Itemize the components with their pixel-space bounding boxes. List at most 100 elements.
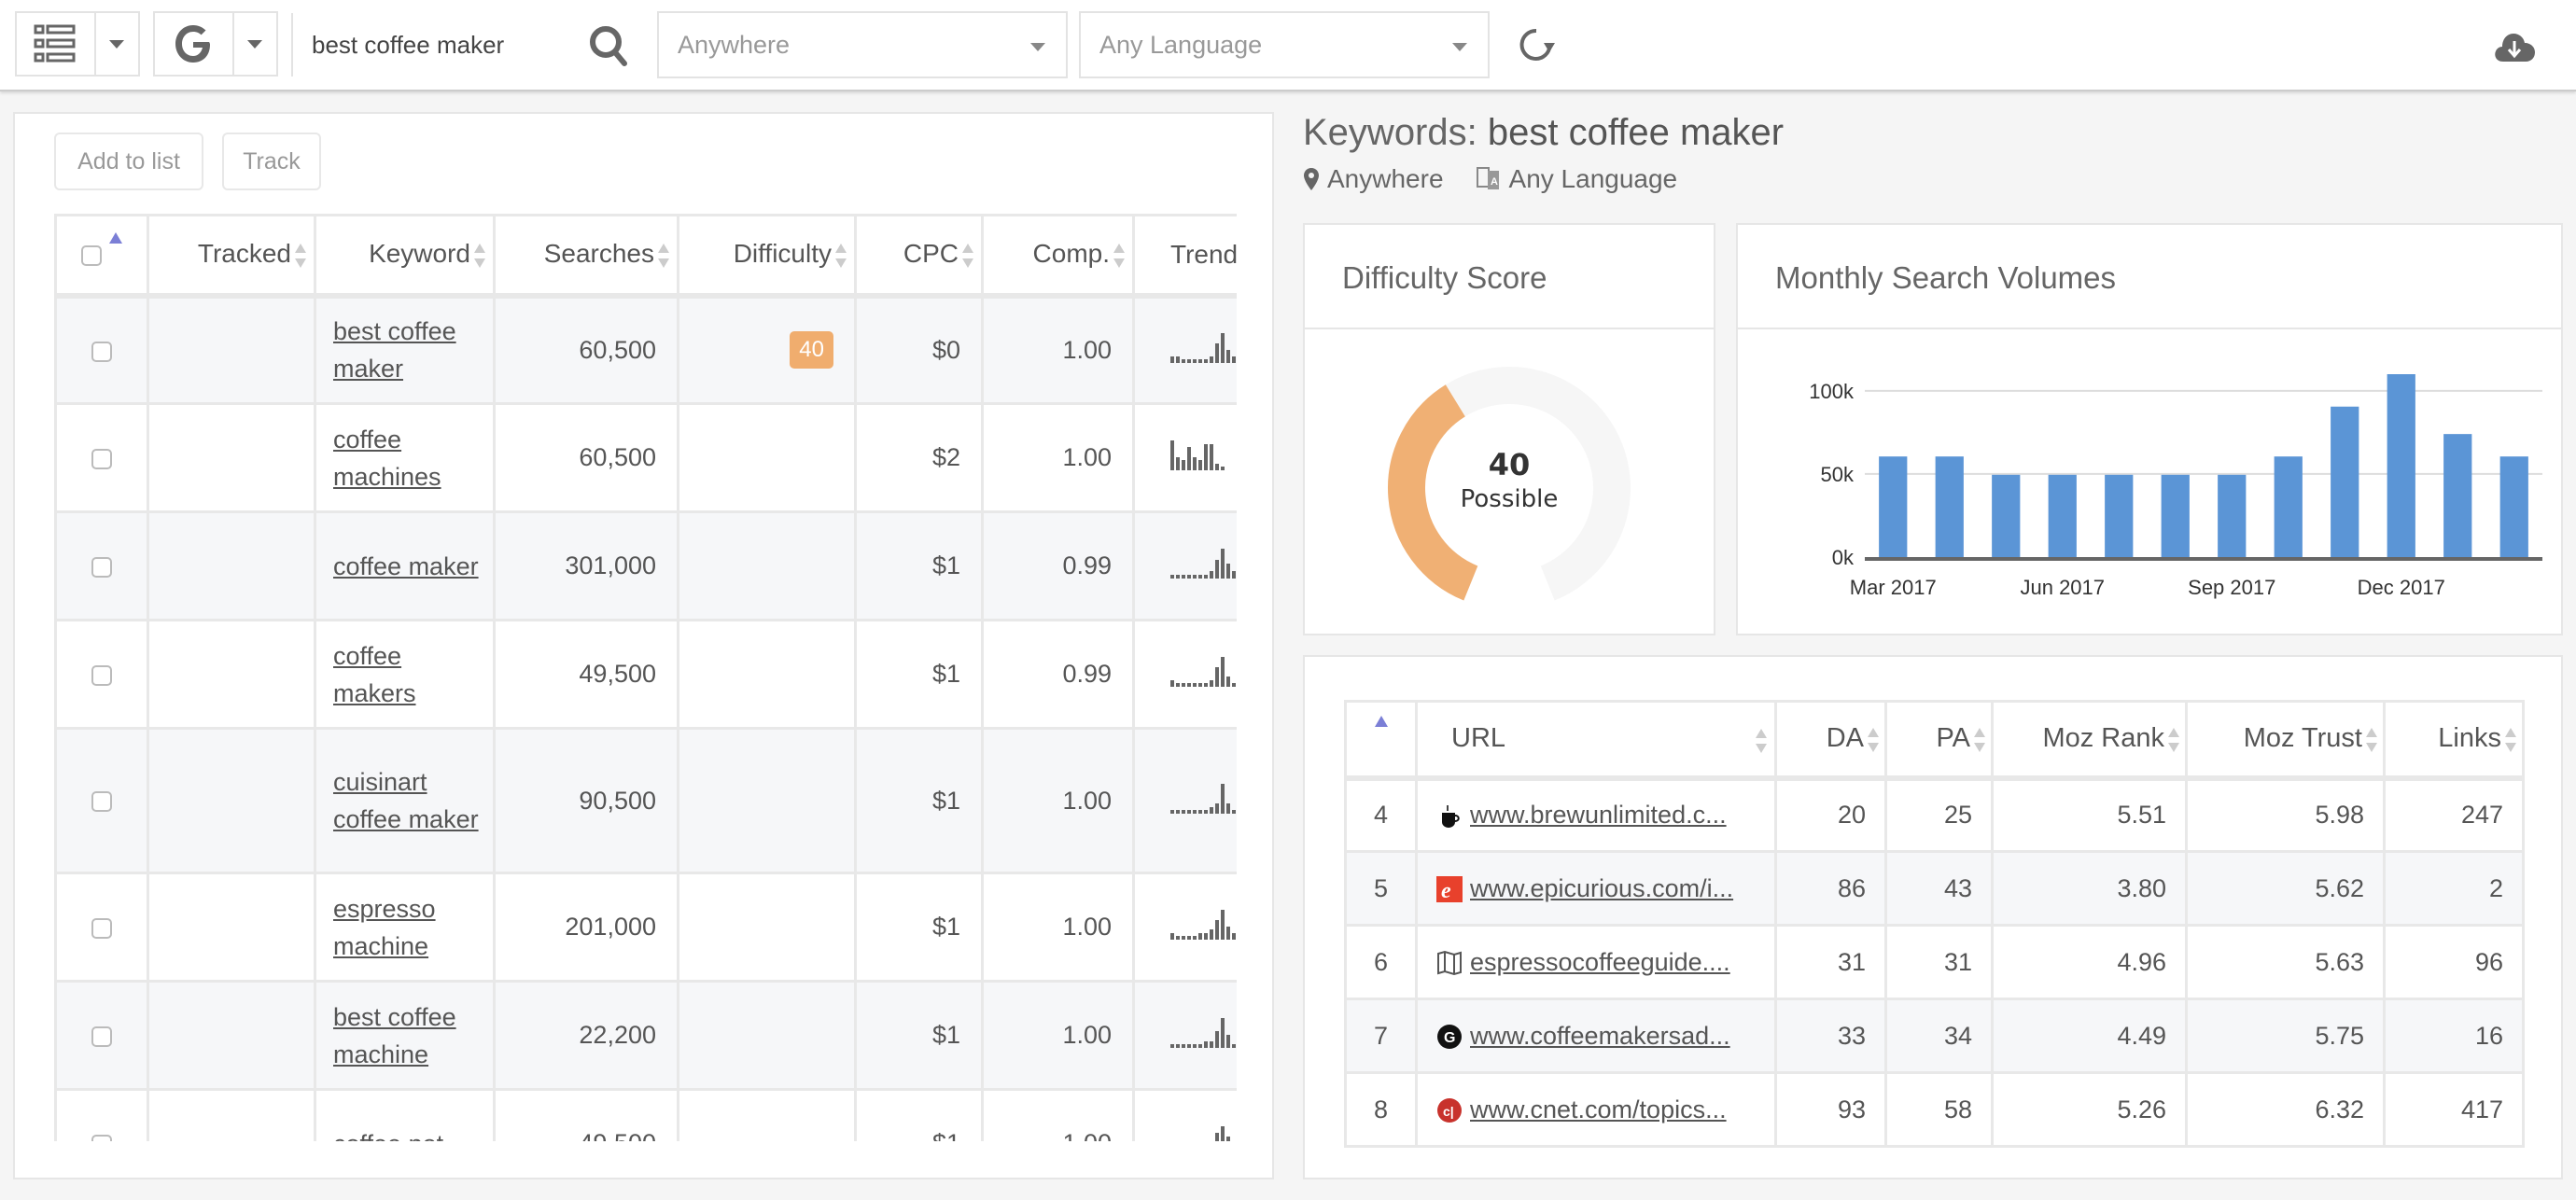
keyword-link[interactable]: best coffee maker <box>333 317 456 383</box>
view-menu-button[interactable] <box>17 13 94 75</box>
keyword-cell: coffee machines <box>314 402 496 513</box>
cnet-favicon-icon: c| <box>1436 1097 1463 1123</box>
row-select-cell <box>54 510 149 621</box>
col-da[interactable]: DA <box>1774 700 1887 779</box>
sort-icon <box>1868 726 1879 754</box>
col-label: Links <box>2438 723 2501 754</box>
view-menu-dropdown[interactable] <box>93 13 138 75</box>
url-link[interactable]: www.brewunlimited.c... <box>1470 801 1727 829</box>
keyword-link[interactable]: coffee maker <box>333 552 479 580</box>
keyword-search-input[interactable] <box>291 13 571 77</box>
refresh-button[interactable] <box>1516 24 1557 65</box>
row-checkbox[interactable] <box>91 664 112 686</box>
keyword-row: coffee maker 301,000 $1 0.99 <box>54 510 1237 621</box>
col-label: PA <box>1936 723 1970 754</box>
sparkline-bar <box>1170 1044 1174 1048</box>
col-label: Difficulty <box>733 239 832 269</box>
export-button[interactable] <box>2490 24 2539 65</box>
url-link[interactable]: www.cnet.com/topics... <box>1470 1095 1727 1123</box>
sort-icon <box>2168 726 2179 754</box>
row-checkbox[interactable] <box>91 791 112 813</box>
search-icon <box>590 26 627 66</box>
volume-bar <box>2387 374 2415 557</box>
col-tracked[interactable]: Tracked <box>147 214 316 297</box>
caret-down-icon <box>247 39 263 49</box>
sort-icon <box>295 242 306 270</box>
keyword-link[interactable]: best coffee machine <box>333 1003 456 1068</box>
svg-text:G: G <box>1444 1030 1455 1046</box>
location-label: Anywhere <box>1327 164 1444 193</box>
url-link[interactable]: espressocoffeeguide.... <box>1470 948 1730 976</box>
col-searches[interactable]: Searches <box>493 214 679 297</box>
sparkline-bar <box>1221 549 1225 579</box>
col-moz-trust[interactable]: Moz Trust <box>2185 700 2386 779</box>
table-header-row: Tracked Keyword Searches Difficulty CPC … <box>54 214 1237 297</box>
col-keyword[interactable]: Keyword <box>314 214 496 297</box>
monthly-volume-card: Monthly Search Volumes 0k 50k 100k Mar 2017… <box>1736 223 2563 635</box>
difficulty-cell <box>677 402 857 513</box>
keyword-link[interactable]: coffee pot <box>333 1130 443 1142</box>
trend-cell <box>1132 1088 1237 1141</box>
caret-down-icon <box>109 39 125 49</box>
col-trend[interactable]: Trend <box>1132 214 1237 297</box>
sparkline-bar <box>1187 1044 1191 1048</box>
row-select-cell <box>54 1088 149 1141</box>
volume-bar <box>2161 474 2190 557</box>
volume-bar <box>2048 474 2077 557</box>
trend-sparkline <box>1170 1016 1236 1048</box>
comp-cell: 1.00 <box>981 872 1135 983</box>
col-rank[interactable] <box>1344 700 1418 779</box>
keyword-link[interactable]: coffee makers <box>333 642 416 707</box>
svg-text:c|: c| <box>1443 1104 1454 1119</box>
search-button[interactable] <box>582 21 635 71</box>
search-engine-button[interactable] <box>155 13 232 75</box>
sparkline-bar <box>1226 802 1230 814</box>
col-links[interactable]: Links <box>2383 700 2525 779</box>
x-tick-label: Sep 2017 <box>2188 576 2275 599</box>
add-to-list-button[interactable]: Add to list <box>54 133 203 190</box>
row-select-cell <box>54 294 149 405</box>
sparkline-bar <box>1204 683 1208 687</box>
row-checkbox[interactable] <box>91 556 112 578</box>
col-comp[interactable]: Comp. <box>981 214 1135 297</box>
caret-down-icon <box>1452 43 1467 51</box>
location-select[interactable]: Anywhere <box>657 11 1068 78</box>
sparkline-bar <box>1210 356 1213 363</box>
serp-row: 5 e www.epicurious.com/i... 86 43 3.80 5.62 2 <box>1344 850 2525 927</box>
sparkline-bar <box>1204 933 1208 940</box>
sort-asc-icon[interactable] <box>108 231 122 244</box>
sparkline-bar <box>1176 1044 1180 1048</box>
tracked-cell <box>147 510 316 621</box>
track-button[interactable]: Track <box>222 133 321 190</box>
col-pa[interactable]: PA <box>1884 700 1994 779</box>
sparkline-bar <box>1226 349 1230 363</box>
links-cell: 96 <box>2383 924 2525 1000</box>
difficulty-gauge: 40 Possible <box>1388 367 1631 601</box>
row-checkbox[interactable] <box>91 917 112 939</box>
select-all-checkbox[interactable] <box>81 245 103 267</box>
row-checkbox[interactable] <box>91 1026 112 1047</box>
col-url[interactable]: URL <box>1415 700 1777 779</box>
title-prefix: Keywords: <box>1303 112 1477 153</box>
keyword-table-scroll[interactable]: Tracked Keyword Searches Difficulty CPC … <box>54 214 1237 1141</box>
keyword-link[interactable]: espresso machine <box>333 895 436 960</box>
row-checkbox[interactable] <box>91 448 112 469</box>
col-moz-rank[interactable]: Moz Rank <box>1991 700 2188 779</box>
keyword-link[interactable]: cuisinart coffee maker <box>333 768 479 833</box>
col-cpc[interactable]: CPC <box>854 214 984 297</box>
row-checkbox[interactable] <box>91 1134 112 1141</box>
sparkline-bar <box>1221 467 1225 470</box>
keyword-link[interactable]: coffee machines <box>333 426 441 491</box>
sparkline-bar <box>1182 460 1185 470</box>
sort-icon <box>658 242 669 270</box>
language-select[interactable]: Any Language <box>1079 11 1490 78</box>
col-difficulty[interactable]: Difficulty <box>677 214 857 297</box>
volume-bar <box>1992 474 2021 557</box>
url-link[interactable]: www.epicurious.com/i... <box>1470 874 1733 902</box>
monthly-volume-chart: 0k 50k 100k Mar 2017 Jun 2017 Sep 2017 Dec 201… <box>1809 374 2542 599</box>
search-engine-dropdown[interactable] <box>231 13 276 75</box>
url-link[interactable]: www.coffeemakersad... <box>1470 1022 1730 1050</box>
sparkline-bar <box>1221 332 1225 363</box>
moz-rank-cell: 5.51 <box>1991 776 2188 853</box>
row-checkbox[interactable] <box>91 341 112 362</box>
